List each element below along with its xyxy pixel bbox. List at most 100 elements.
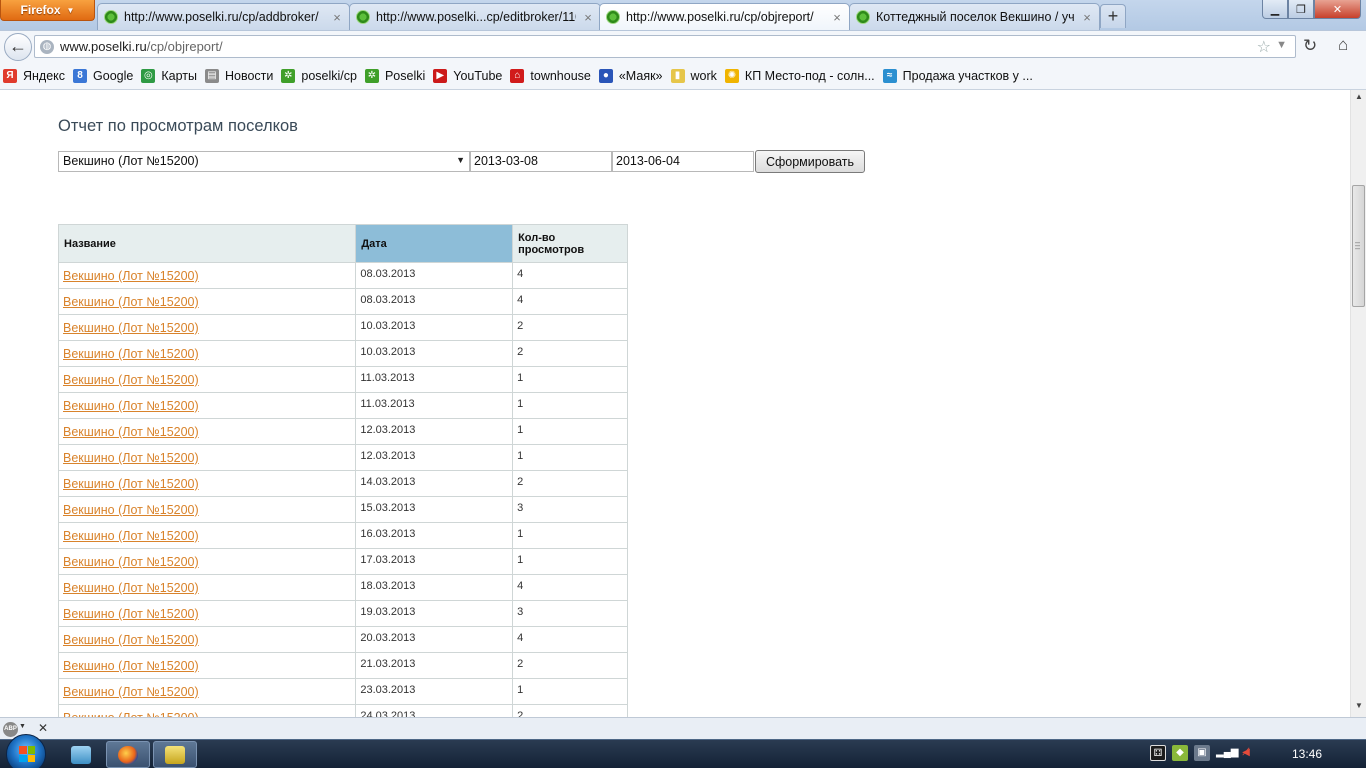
grip-icon: – – – [1355, 237, 1361, 253]
vertical-scrollbar[interactable]: ▲ – – – ▼ [1350, 90, 1366, 717]
navigation-bar: ← ◍ www.poselki.ru/cp/objreport/ ☆ ▼ ↻ ⌂ [0, 30, 1366, 62]
bookmark-label: poselki/cp [301, 68, 357, 83]
bookmark-item[interactable]: ▶ YouTube [433, 68, 502, 83]
bookmark-label: townhouse [530, 68, 591, 83]
scroll-down-arrow-icon[interactable]: ▼ [1351, 701, 1366, 715]
url-text[interactable]: www.poselki.ru/cp/objreport/ [60, 39, 223, 54]
bookmark-item[interactable]: ✲ Poselki [364, 68, 425, 83]
object-link[interactable]: Векшино (Лот №15200) [63, 373, 199, 387]
tab-label: Коттеджный поселок Векшино / уч... [876, 10, 1075, 24]
views-count-cell: 4 [512, 626, 628, 653]
taskbar-app[interactable] [153, 741, 197, 768]
windows-logo-icon [19, 746, 35, 762]
bookmark-item[interactable]: ≈ Продажа участков у ... [882, 68, 1033, 83]
object-link[interactable]: Векшино (Лот №15200) [63, 321, 199, 335]
adblock-dropdown-icon[interactable]: ▼ [19, 723, 26, 730]
history-dropdown-icon[interactable]: ▼ [1276, 39, 1287, 51]
table-row: Векшино (Лот №15200) 20.03.2013 4 [57, 626, 628, 653]
close-tab-icon[interactable]: × [331, 10, 343, 25]
tab-vekshino[interactable]: Коттеджный поселок Векшино / уч... × [849, 3, 1100, 30]
views-count-cell: 2 [512, 704, 628, 717]
column-header-date[interactable]: Дата [355, 224, 514, 263]
bookmark-favicon-icon: ▶ [433, 68, 448, 83]
signal-icon[interactable]: ▂▄▆ [1216, 745, 1238, 761]
object-link[interactable]: Векшино (Лот №15200) [63, 607, 199, 621]
object-link[interactable]: Векшино (Лот №15200) [63, 503, 199, 517]
tab-editbroker[interactable]: http://www.poselki...cp/editbroker/110 × [349, 3, 601, 30]
url-bar[interactable]: ◍ www.poselki.ru/cp/objreport/ ☆ ▼ [34, 35, 1296, 58]
bookmark-item[interactable]: Я Яндекс [3, 68, 65, 83]
system-tray: ⚃ ◆ ▣ ▂▄▆ ◀̸ [1150, 745, 1254, 761]
bookmark-item[interactable]: 8 Google [73, 68, 133, 83]
tray-app-icon[interactable]: ⚃ [1150, 745, 1166, 761]
close-addon-bar-icon[interactable]: ✕ [38, 721, 48, 735]
object-link[interactable]: Векшино (Лот №15200) [63, 633, 199, 647]
bookmark-item[interactable]: ◎ Карты [141, 68, 197, 83]
maximize-window-button[interactable]: ❐ [1288, 0, 1314, 19]
object-link[interactable]: Векшино (Лот №15200) [63, 347, 199, 361]
table-row: Векшино (Лот №15200) 10.03.2013 2 [57, 314, 628, 341]
close-tab-icon[interactable]: × [1081, 10, 1093, 25]
reload-icon[interactable]: ↻ [1303, 36, 1317, 56]
column-header-count[interactable]: Кол-во просмотров [512, 224, 628, 263]
tab-addbroker[interactable]: http://www.poselki.ru/cp/addbroker/ × [97, 3, 350, 30]
column-header-name[interactable]: Название [57, 224, 357, 263]
url-host: www.poselki.ru [60, 39, 147, 54]
object-link[interactable]: Векшино (Лот №15200) [63, 295, 199, 309]
table-row: Векшино (Лот №15200) 15.03.2013 3 [57, 496, 628, 523]
close-tab-icon[interactable]: × [831, 10, 843, 25]
object-link[interactable]: Векшино (Лот №15200) [63, 529, 199, 543]
taskbar-explorer[interactable] [59, 741, 103, 768]
bookmark-item[interactable]: ⌂ townhouse [510, 68, 591, 83]
close-window-button[interactable]: ✕ [1314, 0, 1361, 19]
volume-muted-icon[interactable]: ◀̸ [1238, 745, 1254, 761]
bookmark-favicon-icon: 8 [73, 68, 88, 83]
bookmark-star-icon[interactable]: ☆ [1257, 37, 1271, 57]
object-link[interactable]: Векшино (Лот №15200) [63, 269, 199, 283]
minimize-window-button[interactable]: ▁ [1262, 0, 1288, 19]
tab-objreport[interactable]: http://www.poselki.ru/cp/objreport/ × [599, 3, 850, 30]
adblock-icon[interactable]: ABP [3, 722, 18, 737]
report-table: Название Дата Кол-во просмотров Векшино … [57, 224, 628, 717]
bookmark-item[interactable]: ✺ КП Место-под - солн... [724, 68, 875, 83]
views-count-cell: 3 [512, 496, 628, 523]
new-tab-button[interactable]: + [1100, 4, 1126, 28]
scrollbar-thumb[interactable]: – – – [1352, 185, 1365, 307]
back-button[interactable]: ← [4, 33, 32, 61]
bookmark-label: Карты [161, 68, 197, 83]
object-link[interactable]: Векшино (Лот №15200) [63, 451, 199, 465]
views-count-cell: 2 [512, 470, 628, 497]
start-button[interactable] [6, 734, 46, 768]
scroll-up-arrow-icon[interactable]: ▲ [1351, 92, 1366, 106]
usb-device-icon[interactable]: ▣ [1194, 745, 1210, 761]
date-cell: 19.03.2013 [355, 600, 514, 627]
home-icon[interactable]: ⌂ [1338, 35, 1348, 55]
name-cell: Векшино (Лот №15200) [57, 678, 357, 705]
page-content: Отчет по просмотрам поселков Векшино (Ло… [0, 90, 1350, 717]
object-select[interactable]: Векшино (Лот №15200) ▼ [58, 151, 470, 172]
object-link[interactable]: Векшино (Лот №15200) [63, 399, 199, 413]
taskbar-firefox[interactable] [106, 741, 150, 768]
bookmark-item[interactable]: ▮ work [670, 68, 717, 83]
table-row: Векшино (Лот №15200) 08.03.2013 4 [57, 288, 628, 315]
object-link[interactable]: Векшино (Лот №15200) [63, 555, 199, 569]
android-icon[interactable]: ◆ [1172, 745, 1188, 761]
close-tab-icon[interactable]: × [582, 10, 594, 25]
object-link[interactable]: Векшино (Лот №15200) [63, 685, 199, 699]
name-cell: Векшино (Лот №15200) [57, 522, 357, 549]
windows-taskbar: ⚃ ◆ ▣ ▂▄▆ ◀̸ 13:46 [0, 734, 1366, 768]
firefox-menu-button[interactable]: Firefox ▼ [0, 0, 95, 21]
object-link[interactable]: Векшино (Лот №15200) [63, 659, 199, 673]
site-identity-icon[interactable]: ◍ [40, 40, 54, 54]
date-cell: 23.03.2013 [355, 678, 514, 705]
object-link[interactable]: Векшино (Лот №15200) [63, 477, 199, 491]
bookmark-item[interactable]: ✲ poselki/cp [281, 68, 357, 83]
bookmark-item[interactable]: ● «Маяк» [598, 68, 663, 83]
clock[interactable]: 13:46 [1292, 747, 1322, 761]
object-link[interactable]: Векшино (Лот №15200) [63, 425, 199, 439]
bookmark-item[interactable]: ▤ Новости [204, 68, 273, 83]
object-link[interactable]: Векшино (Лот №15200) [63, 581, 199, 595]
date-from-input[interactable]: 2013-03-08 [470, 151, 612, 172]
date-to-input[interactable]: 2013-06-04 [612, 151, 754, 172]
generate-report-button[interactable]: Сформировать [755, 150, 865, 173]
